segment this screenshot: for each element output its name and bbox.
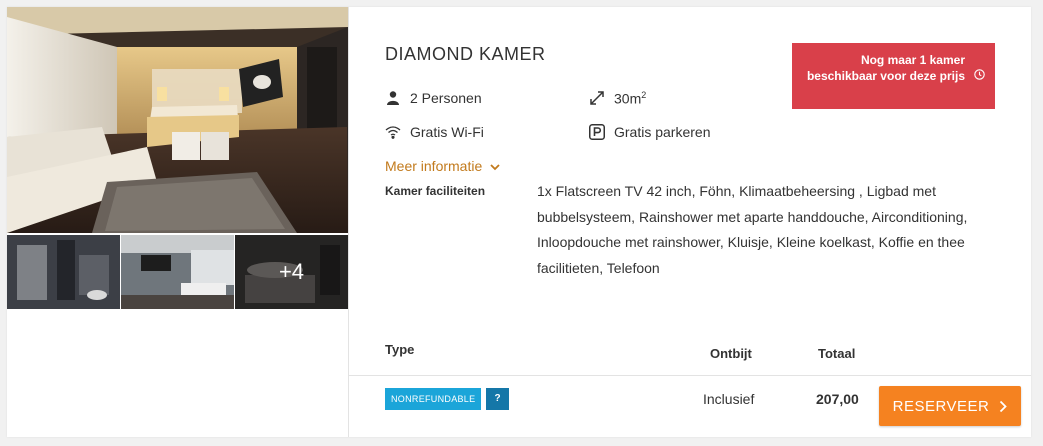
column-header-breakfast: Ontbijt bbox=[710, 346, 752, 361]
thumbnail-lounge[interactable] bbox=[121, 235, 234, 309]
expand-arrows-icon bbox=[588, 89, 606, 107]
column-header-type: Type bbox=[385, 342, 415, 357]
reserve-label: RESERVEER bbox=[892, 397, 990, 415]
total-price: 207,00 bbox=[816, 391, 859, 407]
table-divider bbox=[349, 375, 1031, 376]
more-info-toggle[interactable]: Meer informatie bbox=[385, 158, 500, 174]
thumbnail-more-photos[interactable]: +4 bbox=[235, 235, 348, 309]
clock-icon bbox=[974, 68, 985, 84]
chevron-right-icon bbox=[999, 400, 1008, 413]
main-room-photo[interactable] bbox=[7, 7, 348, 233]
parking-label: Gratis parkeren bbox=[614, 124, 711, 140]
size-label: 30m2 bbox=[614, 90, 646, 107]
more-photos-count[interactable]: +4 bbox=[235, 235, 348, 309]
wifi-icon bbox=[384, 123, 402, 141]
wifi-label: Gratis Wi-Fi bbox=[410, 124, 484, 140]
persons-label: 2 Personen bbox=[410, 90, 482, 106]
thumbnail-strip: +4 bbox=[7, 235, 348, 309]
breakfast-value: Inclusief bbox=[703, 391, 755, 407]
vertical-divider bbox=[348, 7, 349, 437]
nonrefundable-badge: NONREFUNDABLE bbox=[385, 388, 482, 410]
chevron-down-icon bbox=[490, 158, 500, 174]
reserve-button[interactable]: RESERVEER bbox=[879, 386, 1021, 426]
availability-text: Nog maar 1 kamer beschikbaar voor deze p… bbox=[806, 53, 965, 83]
facilities-text: 1x Flatscreen TV 42 inch, Föhn, Klimaatb… bbox=[537, 183, 968, 276]
rate-help-button[interactable]: ? bbox=[486, 388, 509, 410]
parking-icon bbox=[588, 123, 606, 141]
size-value: 30m bbox=[614, 90, 642, 107]
feature-size: 30m2 bbox=[588, 89, 646, 107]
room-title: DIAMOND KAMER bbox=[385, 44, 546, 64]
feature-parking: Gratis parkeren bbox=[588, 123, 710, 141]
room-gallery: +4 bbox=[7, 7, 348, 437]
column-header-total: Totaal bbox=[818, 346, 856, 361]
availability-notice: Nog maar 1 kamer beschikbaar voor deze p… bbox=[792, 43, 995, 109]
feature-wifi: Gratis Wi-Fi bbox=[384, 123, 484, 141]
feature-persons: 2 Personen bbox=[384, 89, 482, 107]
person-icon bbox=[384, 89, 402, 107]
facilities-label: Kamer faciliteiten bbox=[385, 184, 486, 198]
thumbnail-bathroom[interactable] bbox=[7, 235, 120, 309]
more-info-label: Meer informatie bbox=[385, 158, 483, 174]
size-unit-superscript: 2 bbox=[641, 89, 647, 100]
room-card: +4 DIAMOND KAMER 2 Personen 30m2 Gratis … bbox=[7, 7, 1031, 437]
